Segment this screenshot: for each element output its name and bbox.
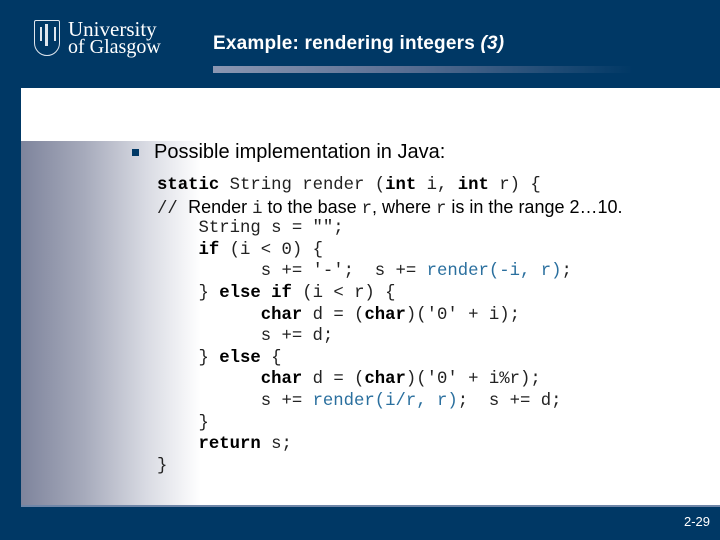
code-text: i, [416,176,458,195]
keyword: else [219,348,261,368]
code-line: s += d; [157,327,334,347]
recursive-call: render(i/r, r) [312,391,458,411]
logo-line-2: of Glasgow [68,36,161,58]
code-line: } else if (i < r) { [157,283,623,305]
code-block: static String render (int i, int r) { //… [157,175,623,477]
title-underline-bar [213,66,633,73]
square-bullet-icon [132,149,139,156]
code-text: ; [561,262,572,282]
comment-text: to the base [262,196,362,217]
code-text: String render ( [219,176,386,195]
comment-text: Render [188,196,253,217]
comment-var: i [252,199,263,219]
code-text: } [157,283,220,303]
title-suffix: (3) [480,33,505,54]
keyword: int [385,176,417,195]
code-line: char d = (char)('0' + i%r); [157,369,623,391]
keyword: return [198,435,261,455]
code-text: (i < r) { [291,283,396,303]
keyword: char [364,370,406,390]
university-crest-icon [34,20,60,56]
code-text: )('0' + i); [405,305,520,325]
code-text: d = ( [302,370,365,390]
bullet-item: Possible implementation in Java: [132,141,445,164]
code-text: s += '-'; s += [157,262,427,282]
comment-var: r [361,199,372,219]
bullet-text: Possible implementation in Java: [154,141,446,163]
code-text: ; s += d; [457,391,562,411]
slide-title: Example: rendering integers (3) [213,33,504,55]
code-line: s += '-'; s += render(-i, r); [157,261,623,283]
recursive-call: render(-i, r) [426,262,562,282]
keyword: int [457,176,489,195]
keyword: char [260,305,303,325]
code-line: } [157,456,168,476]
code-text: )('0' + i%r); [405,370,541,390]
code-text: r) { [488,176,541,195]
code-line: return s; [157,434,623,456]
code-line: } else { [157,348,623,370]
comment-marker: // [157,199,189,219]
code-line: char d = (char)('0' + i); [157,305,623,327]
code-line: } [157,413,209,433]
code-comment-line: // Render i to the base r, where r is in… [157,197,623,219]
comment-var: r [436,199,447,219]
keyword: if [271,283,292,303]
code-line: String s = ""; [157,219,344,239]
code-text: d = ( [302,305,365,325]
code-text: s += [157,391,313,411]
code-line: static String render (int i, int r) { [157,175,623,197]
university-logo: University of Glasgow [34,18,161,58]
code-line: s += render(i/r, r); s += d; [157,391,623,413]
comment-text: is in the range 2…10. [446,196,623,217]
keyword: else [219,283,261,303]
code-text: s; [260,435,292,455]
page-number: 2-29 [683,514,710,529]
footer-divider [21,505,720,507]
logo-text: University of Glasgow [68,19,161,58]
comment-text: , where [372,196,437,217]
keyword: static [157,176,220,195]
code-text: (i < 0) { [219,240,323,260]
keyword: char [364,305,406,325]
title-text: Example: rendering integers [213,33,475,54]
code-text: { [260,348,282,368]
code-text: } [157,348,220,368]
keyword: if [198,240,220,260]
code-line: if (i < 0) { [157,240,623,262]
keyword: char [260,370,303,390]
